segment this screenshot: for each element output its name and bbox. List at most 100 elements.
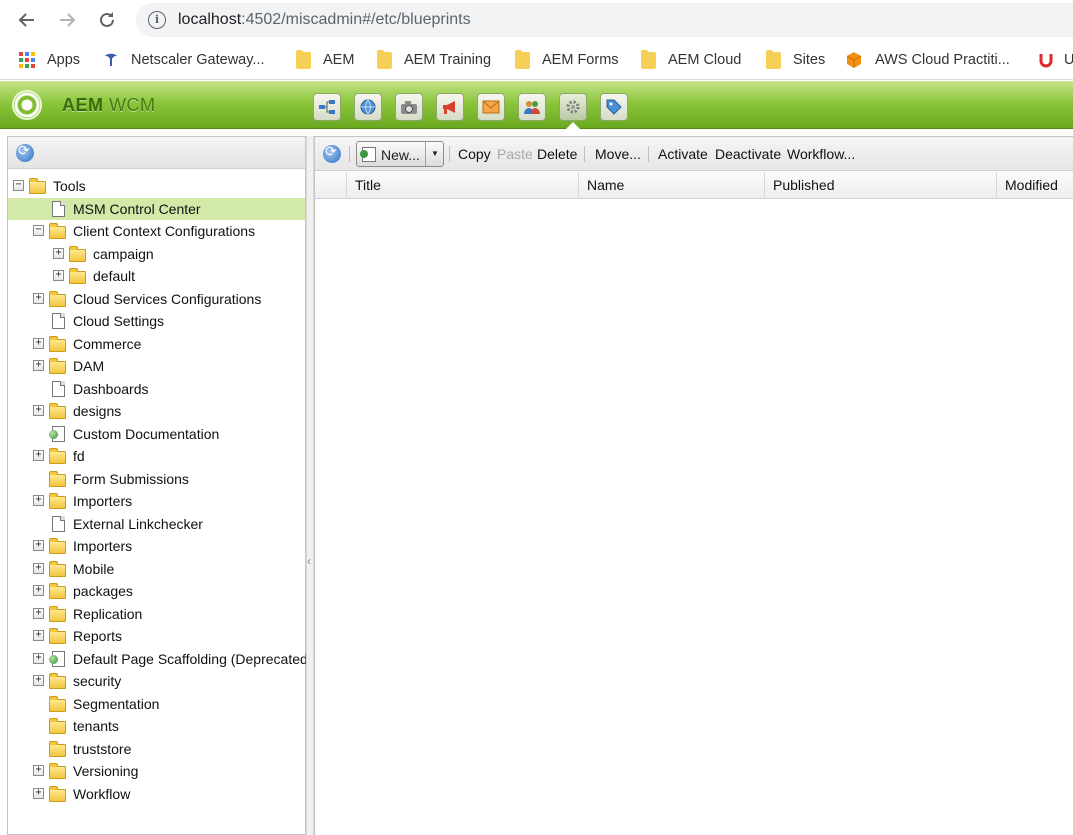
bookmark-aws[interactable]: AWS Cloud Practiti... — [845, 50, 1010, 70]
tree-item[interactable]: + packages — [8, 580, 305, 602]
refresh-icon[interactable] — [16, 142, 34, 162]
tree-item[interactable]: External Linkchecker — [8, 513, 305, 535]
new-button-label: New... — [381, 147, 420, 163]
delete-button[interactable]: Delete — [537, 146, 577, 162]
folder-icon — [49, 763, 66, 779]
tree-item[interactable]: + Cloud Services Configurations — [8, 288, 305, 310]
expand-icon[interactable]: + — [33, 292, 44, 304]
campaigns-tool-button[interactable] — [436, 93, 464, 121]
tree-item[interactable]: Segmentation — [8, 693, 305, 715]
tree-item[interactable]: Dashboards — [8, 378, 305, 400]
tree-item[interactable]: + default — [8, 265, 305, 287]
activate-button[interactable]: Activate — [658, 146, 708, 162]
expand-icon[interactable]: + — [33, 630, 44, 641]
paste-button[interactable]: Paste — [497, 146, 533, 162]
tree-item[interactable]: + DAM — [8, 355, 305, 377]
tree-item[interactable]: + Workflow — [8, 783, 305, 805]
tools-tool-button[interactable] — [559, 93, 587, 121]
expand-icon[interactable]: + — [33, 607, 44, 619]
tree-item[interactable]: + campaign — [8, 243, 305, 265]
bookmark-aem-forms[interactable]: AEM Forms — [515, 49, 619, 70]
bookmark-netscaler[interactable]: Netscaler Gateway... — [103, 50, 265, 70]
users-tool-button[interactable] — [518, 93, 546, 121]
bookmark-apps[interactable]: Apps — [19, 50, 80, 70]
collapse-icon[interactable]: − — [33, 225, 44, 236]
tree-item[interactable]: truststore — [8, 738, 305, 760]
inbox-tool-button[interactable] — [477, 93, 505, 121]
expand-icon[interactable]: + — [53, 247, 64, 259]
tree-item[interactable]: Cloud Settings — [8, 310, 305, 332]
url-bar[interactable]: i localhost:4502/miscadmin#/etc/blueprin… — [136, 3, 1073, 37]
expand-icon[interactable]: + — [33, 675, 44, 686]
bookmark-label: AEM Training — [404, 52, 492, 68]
expand-icon[interactable]: + — [33, 765, 44, 776]
expand-icon[interactable]: + — [33, 337, 44, 349]
back-button[interactable] — [13, 6, 41, 34]
tagging-tool-button[interactable] — [600, 93, 628, 121]
column-header-name[interactable]: Name — [579, 172, 765, 199]
aem-logo-icon[interactable] — [12, 90, 42, 120]
bookmark-aem-cloud[interactable]: AEM Cloud — [641, 49, 741, 70]
refresh-icon[interactable] — [323, 143, 341, 163]
panel-splitter[interactable] — [306, 136, 314, 835]
tree-item[interactable]: + Default Page Scaffolding (Deprecated) — [8, 648, 312, 670]
tree-item[interactable]: + Mobile — [8, 558, 305, 580]
tree-item[interactable]: + Importers — [8, 535, 305, 557]
deactivate-button[interactable]: Deactivate — [715, 146, 781, 162]
tree-item[interactable]: Form Submissions — [8, 468, 305, 490]
copy-button[interactable]: Copy — [458, 146, 491, 162]
bookmark-label: AWS Cloud Practiti... — [875, 52, 1010, 68]
forward-button[interactable] — [53, 6, 81, 34]
expand-icon[interactable]: + — [33, 787, 44, 799]
dropdown-arrow-icon[interactable]: ▼ — [425, 142, 444, 166]
folder-icon — [641, 49, 656, 69]
websites-tool-button[interactable] — [313, 93, 341, 121]
workflow-button[interactable]: Workflow... — [787, 146, 855, 162]
bookmark-aem-training[interactable]: AEM Training — [377, 49, 492, 70]
tree-item[interactable]: MSM Control Center — [8, 197, 305, 220]
toolbar-separator — [449, 146, 450, 162]
expand-icon[interactable]: + — [33, 450, 44, 461]
column-header-title[interactable]: Title — [347, 172, 579, 199]
tree-item[interactable]: Custom Documentation — [8, 423, 305, 445]
folder-icon — [49, 335, 66, 352]
tree-item[interactable]: + Replication — [8, 603, 305, 625]
tree-item-label: Mobile — [73, 560, 115, 577]
column-header-published[interactable]: Published — [765, 172, 997, 199]
expand-icon[interactable]: + — [33, 652, 44, 664]
tree-item[interactable]: + Importers — [8, 490, 305, 512]
tree-toolbar — [8, 137, 305, 169]
tree-item[interactable]: − Client Context Configurations — [8, 220, 305, 242]
bookmark-sites[interactable]: Sites — [766, 49, 825, 70]
info-icon[interactable]: i — [148, 11, 166, 29]
expand-icon[interactable]: + — [53, 270, 64, 281]
tree-item[interactable]: + fd — [8, 445, 305, 467]
tree-item[interactable]: + Reports — [8, 625, 305, 647]
tree-item[interactable]: + Versioning — [8, 760, 305, 782]
tree-item-label: Importers — [73, 538, 133, 554]
column-header-modified[interactable]: Modified — [997, 172, 1073, 199]
tree-item[interactable]: tenants — [8, 715, 305, 737]
tree-item[interactable]: + security — [8, 670, 305, 692]
bookmark-aem[interactable]: AEM — [296, 49, 354, 70]
expand-icon[interactable]: + — [33, 495, 44, 506]
bookmark-udemy[interactable]: U — [1038, 50, 1073, 70]
tree-item[interactable]: + Commerce — [8, 333, 305, 355]
expand-icon[interactable]: + — [33, 360, 44, 371]
tree-item[interactable]: − Tools — [8, 175, 305, 197]
expand-icon[interactable]: + — [33, 405, 44, 416]
expand-icon[interactable]: + — [33, 562, 44, 574]
digital-assets-tool-button[interactable] — [354, 93, 382, 121]
assets-tool-button[interactable] — [395, 93, 423, 121]
tree-item[interactable]: + designs — [8, 400, 305, 422]
new-button[interactable]: New... ▼ — [356, 141, 444, 167]
expand-icon[interactable]: + — [33, 585, 44, 596]
tree-item-label: Commerce — [73, 335, 142, 352]
collapse-icon[interactable]: − — [13, 180, 24, 191]
expand-icon[interactable]: + — [33, 540, 44, 551]
move-button[interactable]: Move... — [595, 146, 641, 162]
column-header-select[interactable] — [315, 172, 347, 199]
camera-icon — [401, 101, 417, 114]
bookmark-label: Apps — [47, 52, 81, 68]
reload-button[interactable] — [93, 6, 121, 34]
